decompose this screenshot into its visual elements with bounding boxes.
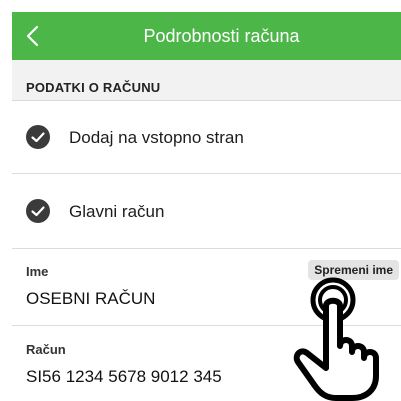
option-label: Glavni račun <box>69 202 165 221</box>
name-label: Ime <box>26 264 49 279</box>
name-value: OSEBNI RAČUN <box>26 289 156 308</box>
page-title: Podrobnosti računa <box>143 26 300 46</box>
option-row-add-to-home[interactable]: Dodaj na vstopno stran <box>12 101 401 174</box>
account-number: SI56 1234 5678 9012 345 <box>26 367 222 386</box>
section-title: PODATKI O RAČUNU <box>26 80 161 95</box>
account-label: Račun <box>26 342 66 357</box>
check-circle-icon <box>26 125 50 149</box>
section-header: PODATKI O RAČUNU <box>12 60 401 101</box>
check-circle-icon <box>26 199 50 223</box>
app-header: Podrobnosti računa <box>12 12 401 60</box>
option-row-main-account[interactable]: Glavni račun <box>12 174 401 249</box>
option-label: Dodaj na vstopno stran <box>69 128 244 147</box>
tap-hand-icon <box>293 277 379 401</box>
